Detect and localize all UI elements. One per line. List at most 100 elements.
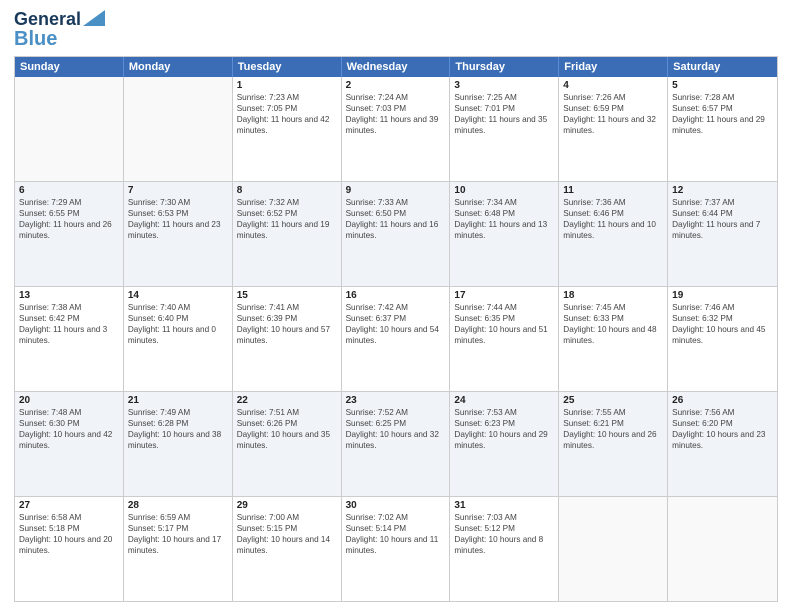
day-4: 4Sunrise: 7:26 AM Sunset: 6:59 PM Daylig… (559, 77, 668, 181)
header-day-saturday: Saturday (668, 57, 777, 77)
calendar-row-4: 20Sunrise: 7:48 AM Sunset: 6:30 PM Dayli… (15, 391, 777, 496)
day-number-3: 3 (454, 80, 554, 91)
logo: General Blue (14, 10, 105, 50)
day-28: 28Sunrise: 6:59 AM Sunset: 5:17 PM Dayli… (124, 497, 233, 601)
calendar-row-5: 27Sunrise: 6:58 AM Sunset: 5:18 PM Dayli… (15, 496, 777, 601)
day-content-31: Sunrise: 7:03 AM Sunset: 5:12 PM Dayligh… (454, 512, 554, 556)
day-6: 6Sunrise: 7:29 AM Sunset: 6:55 PM Daylig… (15, 182, 124, 286)
day-26: 26Sunrise: 7:56 AM Sunset: 6:20 PM Dayli… (668, 392, 777, 496)
day-content-13: Sunrise: 7:38 AM Sunset: 6:42 PM Dayligh… (19, 302, 119, 346)
day-15: 15Sunrise: 7:41 AM Sunset: 6:39 PM Dayli… (233, 287, 342, 391)
empty-cell (124, 77, 233, 181)
day-number-22: 22 (237, 395, 337, 406)
day-content-6: Sunrise: 7:29 AM Sunset: 6:55 PM Dayligh… (19, 197, 119, 241)
day-number-26: 26 (672, 395, 773, 406)
day-18: 18Sunrise: 7:45 AM Sunset: 6:33 PM Dayli… (559, 287, 668, 391)
day-25: 25Sunrise: 7:55 AM Sunset: 6:21 PM Dayli… (559, 392, 668, 496)
calendar-row-2: 6Sunrise: 7:29 AM Sunset: 6:55 PM Daylig… (15, 181, 777, 286)
day-number-14: 14 (128, 290, 228, 301)
day-content-22: Sunrise: 7:51 AM Sunset: 6:26 PM Dayligh… (237, 407, 337, 451)
page: General Blue SundayMondayTuesdayWednesda… (0, 0, 792, 612)
day-number-24: 24 (454, 395, 554, 406)
calendar: SundayMondayTuesdayWednesdayThursdayFrid… (14, 56, 778, 602)
day-number-16: 16 (346, 290, 446, 301)
day-number-21: 21 (128, 395, 228, 406)
day-content-7: Sunrise: 7:30 AM Sunset: 6:53 PM Dayligh… (128, 197, 228, 241)
day-content-5: Sunrise: 7:28 AM Sunset: 6:57 PM Dayligh… (672, 92, 773, 136)
day-9: 9Sunrise: 7:33 AM Sunset: 6:50 PM Daylig… (342, 182, 451, 286)
day-number-25: 25 (563, 395, 663, 406)
day-number-11: 11 (563, 185, 663, 196)
day-5: 5Sunrise: 7:28 AM Sunset: 6:57 PM Daylig… (668, 77, 777, 181)
day-content-29: Sunrise: 7:00 AM Sunset: 5:15 PM Dayligh… (237, 512, 337, 556)
day-29: 29Sunrise: 7:00 AM Sunset: 5:15 PM Dayli… (233, 497, 342, 601)
empty-cell (15, 77, 124, 181)
day-19: 19Sunrise: 7:46 AM Sunset: 6:32 PM Dayli… (668, 287, 777, 391)
day-10: 10Sunrise: 7:34 AM Sunset: 6:48 PM Dayli… (450, 182, 559, 286)
day-content-21: Sunrise: 7:49 AM Sunset: 6:28 PM Dayligh… (128, 407, 228, 451)
day-14: 14Sunrise: 7:40 AM Sunset: 6:40 PM Dayli… (124, 287, 233, 391)
day-12: 12Sunrise: 7:37 AM Sunset: 6:44 PM Dayli… (668, 182, 777, 286)
day-content-24: Sunrise: 7:53 AM Sunset: 6:23 PM Dayligh… (454, 407, 554, 451)
day-17: 17Sunrise: 7:44 AM Sunset: 6:35 PM Dayli… (450, 287, 559, 391)
day-content-19: Sunrise: 7:46 AM Sunset: 6:32 PM Dayligh… (672, 302, 773, 346)
day-number-23: 23 (346, 395, 446, 406)
header-day-wednesday: Wednesday (342, 57, 451, 77)
day-content-25: Sunrise: 7:55 AM Sunset: 6:21 PM Dayligh… (563, 407, 663, 451)
day-content-2: Sunrise: 7:24 AM Sunset: 7:03 PM Dayligh… (346, 92, 446, 136)
day-content-11: Sunrise: 7:36 AM Sunset: 6:46 PM Dayligh… (563, 197, 663, 241)
day-content-4: Sunrise: 7:26 AM Sunset: 6:59 PM Dayligh… (563, 92, 663, 136)
day-22: 22Sunrise: 7:51 AM Sunset: 6:26 PM Dayli… (233, 392, 342, 496)
logo-icon (83, 10, 105, 26)
day-number-12: 12 (672, 185, 773, 196)
day-number-5: 5 (672, 80, 773, 91)
day-number-7: 7 (128, 185, 228, 196)
day-content-28: Sunrise: 6:59 AM Sunset: 5:17 PM Dayligh… (128, 512, 228, 556)
day-30: 30Sunrise: 7:02 AM Sunset: 5:14 PM Dayli… (342, 497, 451, 601)
day-content-9: Sunrise: 7:33 AM Sunset: 6:50 PM Dayligh… (346, 197, 446, 241)
day-number-1: 1 (237, 80, 337, 91)
header-day-thursday: Thursday (450, 57, 559, 77)
calendar-row-3: 13Sunrise: 7:38 AM Sunset: 6:42 PM Dayli… (15, 286, 777, 391)
empty-cell (668, 497, 777, 601)
day-number-6: 6 (19, 185, 119, 196)
day-number-19: 19 (672, 290, 773, 301)
day-content-20: Sunrise: 7:48 AM Sunset: 6:30 PM Dayligh… (19, 407, 119, 451)
header: General Blue (14, 10, 778, 50)
day-16: 16Sunrise: 7:42 AM Sunset: 6:37 PM Dayli… (342, 287, 451, 391)
day-content-14: Sunrise: 7:40 AM Sunset: 6:40 PM Dayligh… (128, 302, 228, 346)
day-2: 2Sunrise: 7:24 AM Sunset: 7:03 PM Daylig… (342, 77, 451, 181)
day-11: 11Sunrise: 7:36 AM Sunset: 6:46 PM Dayli… (559, 182, 668, 286)
day-content-10: Sunrise: 7:34 AM Sunset: 6:48 PM Dayligh… (454, 197, 554, 241)
header-day-monday: Monday (124, 57, 233, 77)
calendar-header: SundayMondayTuesdayWednesdayThursdayFrid… (15, 57, 777, 77)
day-content-23: Sunrise: 7:52 AM Sunset: 6:25 PM Dayligh… (346, 407, 446, 451)
day-content-16: Sunrise: 7:42 AM Sunset: 6:37 PM Dayligh… (346, 302, 446, 346)
day-27: 27Sunrise: 6:58 AM Sunset: 5:18 PM Dayli… (15, 497, 124, 601)
day-20: 20Sunrise: 7:48 AM Sunset: 6:30 PM Dayli… (15, 392, 124, 496)
day-number-9: 9 (346, 185, 446, 196)
day-content-15: Sunrise: 7:41 AM Sunset: 6:39 PM Dayligh… (237, 302, 337, 346)
header-day-sunday: Sunday (15, 57, 124, 77)
day-content-12: Sunrise: 7:37 AM Sunset: 6:44 PM Dayligh… (672, 197, 773, 241)
day-content-30: Sunrise: 7:02 AM Sunset: 5:14 PM Dayligh… (346, 512, 446, 556)
day-content-26: Sunrise: 7:56 AM Sunset: 6:20 PM Dayligh… (672, 407, 773, 451)
day-number-2: 2 (346, 80, 446, 91)
day-number-17: 17 (454, 290, 554, 301)
day-31: 31Sunrise: 7:03 AM Sunset: 5:12 PM Dayli… (450, 497, 559, 601)
day-3: 3Sunrise: 7:25 AM Sunset: 7:01 PM Daylig… (450, 77, 559, 181)
day-content-18: Sunrise: 7:45 AM Sunset: 6:33 PM Dayligh… (563, 302, 663, 346)
day-13: 13Sunrise: 7:38 AM Sunset: 6:42 PM Dayli… (15, 287, 124, 391)
day-number-28: 28 (128, 500, 228, 511)
day-number-13: 13 (19, 290, 119, 301)
calendar-row-1: 1Sunrise: 7:23 AM Sunset: 7:05 PM Daylig… (15, 77, 777, 181)
day-number-31: 31 (454, 500, 554, 511)
day-content-3: Sunrise: 7:25 AM Sunset: 7:01 PM Dayligh… (454, 92, 554, 136)
day-1: 1Sunrise: 7:23 AM Sunset: 7:05 PM Daylig… (233, 77, 342, 181)
day-24: 24Sunrise: 7:53 AM Sunset: 6:23 PM Dayli… (450, 392, 559, 496)
logo-blue: Blue (14, 28, 57, 50)
day-number-18: 18 (563, 290, 663, 301)
day-21: 21Sunrise: 7:49 AM Sunset: 6:28 PM Dayli… (124, 392, 233, 496)
header-day-friday: Friday (559, 57, 668, 77)
day-number-4: 4 (563, 80, 663, 91)
